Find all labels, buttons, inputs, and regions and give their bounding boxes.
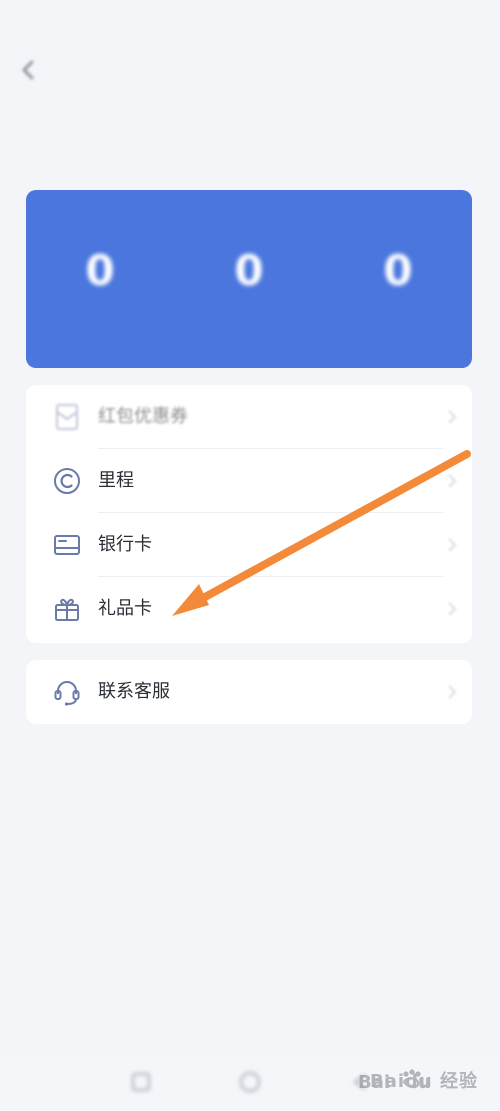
- balance-card: 0 0 0: [26, 190, 472, 368]
- menu-item-gift-card[interactable]: 礼品卡: [26, 577, 472, 641]
- chevron-right-icon: [446, 599, 458, 619]
- chevron-right-icon: [446, 471, 458, 491]
- menu-item-label: 礼品卡: [98, 598, 152, 619]
- service-menu-card: 联系客服: [26, 660, 472, 724]
- watermark: Bai u Baidu 经验: [358, 1065, 478, 1097]
- gift-icon: [51, 593, 83, 625]
- chevron-right-icon: [446, 407, 458, 427]
- mileage-icon: [51, 465, 83, 497]
- menu-item-label: 里程: [98, 470, 134, 491]
- balance-stat-value: 0: [234, 246, 264, 295]
- menu-item-bank-card[interactable]: 银行卡: [26, 513, 472, 577]
- menu-item-customer-service[interactable]: 联系客服: [26, 660, 472, 724]
- wallet-menu-card: 红包优惠券 里程 银行卡 礼品卡: [26, 385, 472, 643]
- balance-stat-value: 0: [85, 246, 115, 295]
- back-arrow-icon: [22, 60, 34, 80]
- coupon-icon: [51, 401, 83, 433]
- menu-item-label: 联系客服: [98, 681, 170, 702]
- balance-stat: 0: [175, 238, 323, 295]
- balance-stat: 0: [324, 238, 472, 295]
- home-icon[interactable]: [126, 1067, 156, 1097]
- status-bar: [0, 0, 500, 36]
- bank-card-icon: [51, 529, 83, 561]
- watermark-text: Baidu 经验: [369, 1071, 478, 1092]
- menu-item-label: 银行卡: [98, 534, 152, 555]
- chevron-right-icon: [446, 535, 458, 555]
- back-button[interactable]: [14, 56, 42, 84]
- chevron-right-icon: [446, 682, 458, 702]
- menu-item-mileage[interactable]: 里程: [26, 449, 472, 513]
- menu-item-label: 红包优惠券: [98, 406, 188, 427]
- balance-stat-value: 0: [383, 246, 413, 295]
- circle-icon[interactable]: [235, 1067, 265, 1097]
- headset-icon: [51, 676, 83, 708]
- menu-item-coupon[interactable]: 红包优惠券: [26, 385, 472, 449]
- balance-stat: 0: [26, 238, 174, 295]
